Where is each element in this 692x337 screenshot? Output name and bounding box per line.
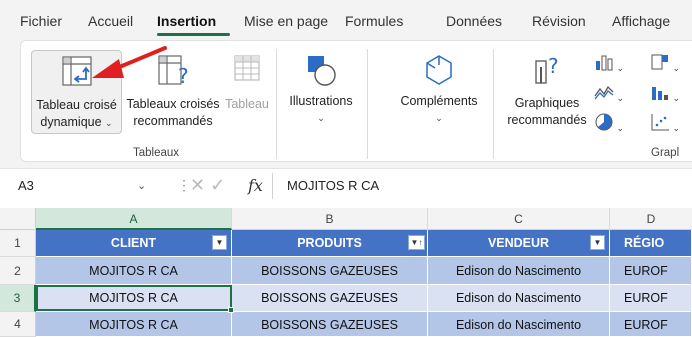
table-cell[interactable]: Edison do Nascimento xyxy=(428,312,610,337)
row-header-2[interactable]: 2 xyxy=(0,257,36,285)
annotation-arrow xyxy=(92,46,167,78)
ribbon-tab-bar: Fichier Accueil Insertion Mise en page F… xyxy=(0,0,692,40)
recommended-charts-button[interactable]: ? Graphiques recommandés xyxy=(505,50,589,134)
table-cell[interactable]: MOJITOS R CA xyxy=(36,257,232,285)
row-header-3[interactable]: 3 xyxy=(0,285,36,312)
table-cell[interactable]: EUROF xyxy=(610,257,692,285)
ribbon-divider xyxy=(367,49,368,159)
line-chart-icon xyxy=(594,85,614,100)
cancel-enter-icons[interactable]: ✕ ✓ xyxy=(190,175,225,196)
tab-accueil[interactable]: Accueil xyxy=(88,13,133,29)
sort-filter-icon[interactable]: ▼↑ xyxy=(408,235,425,250)
chevron-down-icon: ⌄ xyxy=(317,113,325,123)
illustrations-button[interactable]: Illustrations ⌄ xyxy=(281,50,361,134)
tab-fichier[interactable]: Fichier xyxy=(20,13,62,29)
insert-function-icon[interactable]: fx xyxy=(248,176,263,195)
table-header-client[interactable]: CLIENT ▼ xyxy=(36,230,232,257)
line-chart-button[interactable]: ⌄ xyxy=(594,83,634,104)
table-header-vendeur[interactable]: VENDEUR ▼ xyxy=(428,230,610,257)
ribbon-divider xyxy=(276,49,277,159)
column-header-b[interactable]: B xyxy=(232,208,428,230)
table-cell[interactable]: Edison do Nascimento xyxy=(428,285,610,312)
table-cell[interactable]: BOISSONS GAZEUSES xyxy=(232,312,428,337)
pie-chart-icon xyxy=(595,113,613,131)
tab-mise-en-page[interactable]: Mise en page xyxy=(244,13,328,29)
row-header-4[interactable]: 4 xyxy=(0,312,36,337)
table-icon xyxy=(234,55,260,81)
group-label-graphiques: Grapl xyxy=(651,147,680,159)
statistic-chart-button[interactable]: ⌄ xyxy=(650,83,692,104)
table-cell[interactable]: Edison do Nascimento xyxy=(428,257,610,285)
table-cell[interactable]: EUROF xyxy=(610,312,692,337)
addins-button[interactable]: Compléments ⌄ xyxy=(391,50,487,134)
scatter-chart-button[interactable]: ⌄ xyxy=(650,113,692,134)
tab-donnees[interactable]: Données xyxy=(446,13,502,29)
tab-affichage[interactable]: Affichage xyxy=(612,13,670,29)
column-chart-button[interactable]: ⌄ xyxy=(594,53,634,74)
group-label-tableaux: Tableaux xyxy=(133,147,180,159)
tab-insertion[interactable]: Insertion xyxy=(157,13,216,29)
chevron-down-icon: ⌄ xyxy=(435,113,443,123)
addins-icon xyxy=(426,55,452,85)
column-header-d[interactable]: D xyxy=(610,208,692,230)
column-header-c[interactable]: C xyxy=(428,208,610,230)
table-button[interactable]: Tableau xyxy=(222,50,272,134)
hierarchy-chart-button[interactable]: ⌄ xyxy=(650,53,692,74)
recommended-charts-label-2: recommandés xyxy=(507,113,587,127)
select-all-corner[interactable] xyxy=(0,208,36,230)
formula-bar-divider xyxy=(272,173,273,199)
shapes-icon xyxy=(308,56,336,86)
ribbon-divider xyxy=(493,49,494,159)
table-label: Tableau xyxy=(225,97,269,111)
svg-text:?: ? xyxy=(548,54,559,78)
chevron-down-icon[interactable]: ⌄ xyxy=(137,174,146,198)
scatter-chart-icon xyxy=(651,114,669,131)
hierarchy-chart-icon xyxy=(651,54,668,70)
table-cell[interactable]: BOISSONS GAZEUSES xyxy=(232,285,428,312)
pie-chart-button[interactable]: ⌄ xyxy=(594,113,634,134)
table-header-region[interactable]: RÉGIO xyxy=(610,230,692,257)
row-header-1[interactable]: 1 xyxy=(0,230,36,257)
fill-handle[interactable] xyxy=(228,307,234,313)
table-cell[interactable]: EUROF xyxy=(610,285,692,312)
filter-dropdown-icon[interactable]: ▼ xyxy=(590,235,605,250)
ribbon: Tableau croisé dynamique ⌄ ? Tableaux cr… xyxy=(0,40,692,168)
column-chart-icon xyxy=(596,55,613,71)
table-cell[interactable]: MOJITOS R CA xyxy=(36,285,232,312)
table-header-produits[interactable]: PRODUITS ▼↑ xyxy=(232,230,428,257)
addins-label: Compléments xyxy=(400,94,478,108)
illustrations-label: Illustrations xyxy=(289,94,353,108)
tab-revision[interactable]: Révision xyxy=(532,13,586,29)
table-cell[interactable]: BOISSONS GAZEUSES xyxy=(232,257,428,285)
statistic-chart-icon xyxy=(652,87,668,100)
filter-dropdown-icon[interactable]: ▼ xyxy=(212,235,227,250)
tab-formules[interactable]: Formules xyxy=(345,13,403,29)
column-header-a[interactable]: A xyxy=(36,208,232,230)
formula-bar: A3 ⌄ ⋮ ✕ ✓ fx MOJITOS R CA xyxy=(0,168,692,202)
formula-bar-grip-icon: ⋮ xyxy=(177,177,191,193)
formula-input[interactable]: MOJITOS R CA xyxy=(287,174,379,198)
spreadsheet-grid: A B C D 1 2 3 4 CLIENT ▼ PRODUITS ▼↑ VEN… xyxy=(0,202,692,337)
table-cell[interactable]: MOJITOS R CA xyxy=(36,312,232,337)
recommended-charts-label-1: Graphiques xyxy=(514,96,580,110)
active-tab-indicator xyxy=(157,33,230,36)
recommended-charts-icon: ? xyxy=(535,54,559,84)
